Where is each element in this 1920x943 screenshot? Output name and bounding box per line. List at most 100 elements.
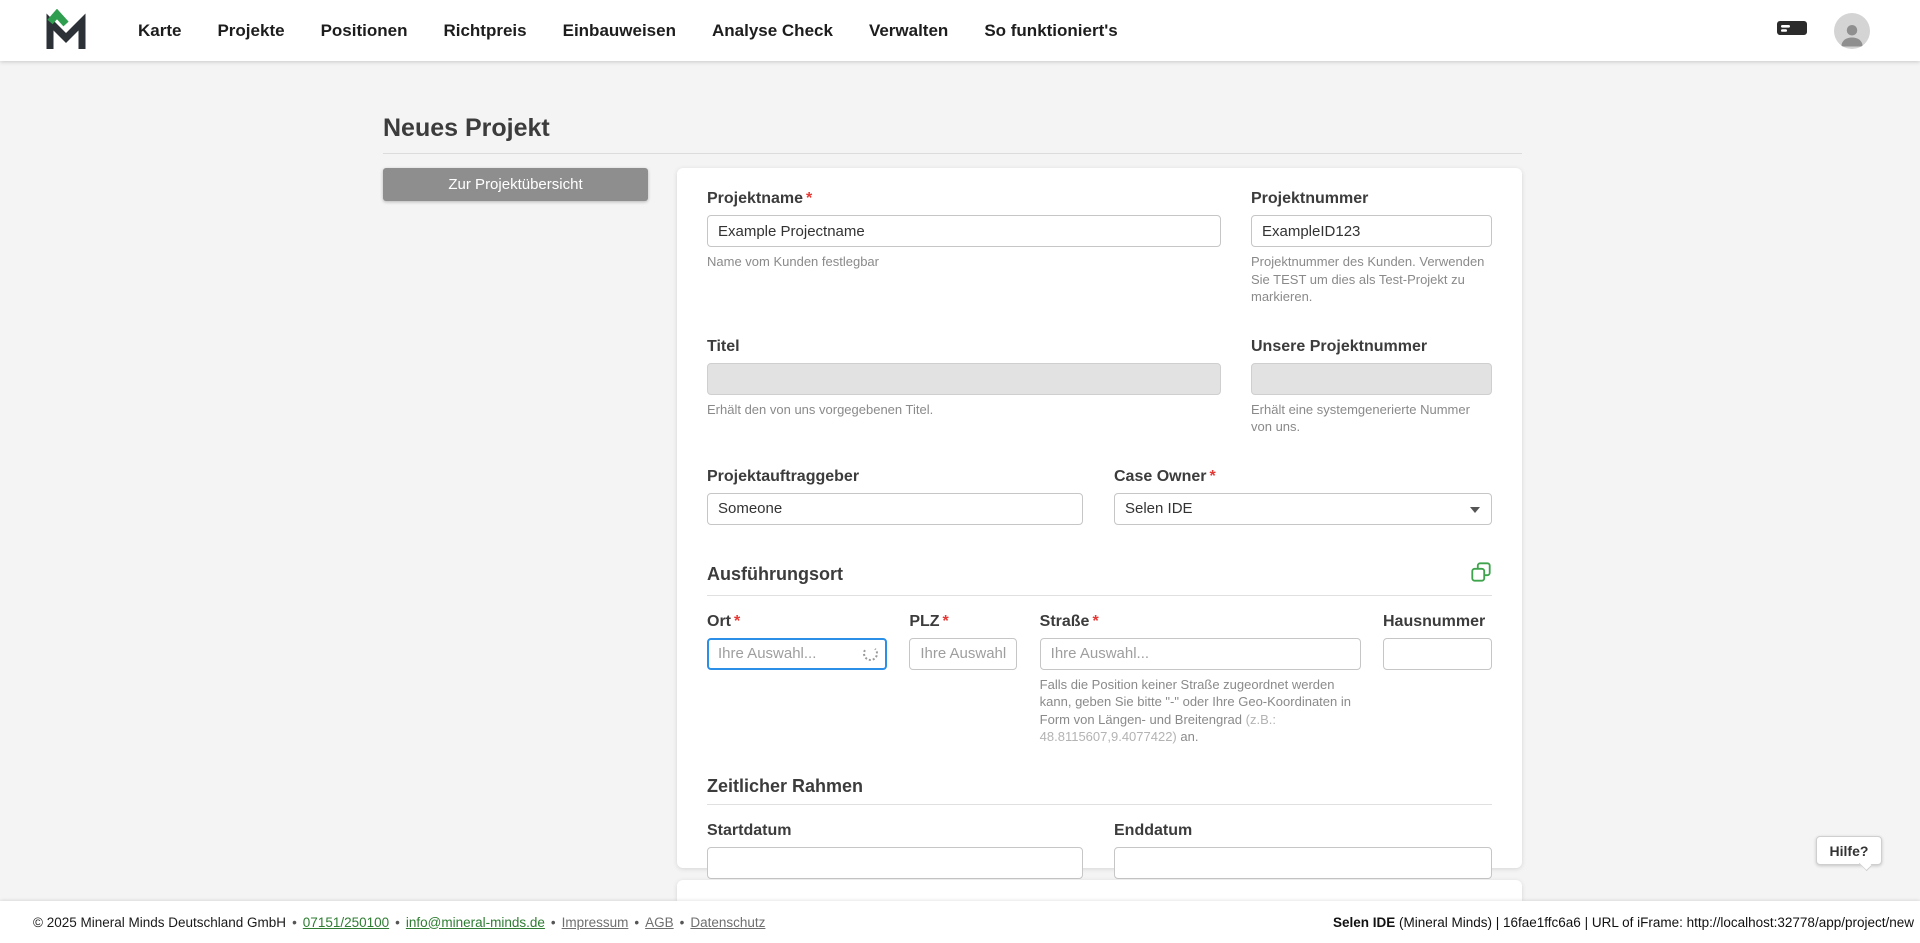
field-hausnummer: Hausnummer: [1383, 613, 1492, 746]
form-row-dates: Startdatum Enddatum: [707, 822, 1492, 879]
required-marker: *: [734, 613, 740, 630]
field-strasse: Straße* Falls die Position keiner Straße…: [1040, 613, 1361, 746]
enddatum-label-text: Enddatum: [1114, 822, 1192, 839]
plz-label-text: PLZ: [909, 613, 939, 630]
unsere-projektnummer-label-text: Unsere Projektnummer: [1251, 338, 1427, 355]
plz-label: PLZ*: [909, 613, 1017, 631]
nav-item-so-funktionierts[interactable]: So funktioniert's: [984, 21, 1117, 41]
strasse-input[interactable]: [1040, 638, 1361, 670]
projektauftraggeber-label: Projektauftraggeber: [707, 468, 1083, 486]
section-ausfuehrungsort-title: Ausführungsort: [707, 564, 843, 585]
nav-item-karte[interactable]: Karte: [138, 21, 181, 41]
footer-separator: •: [395, 915, 400, 930]
hausnummer-label-text: Hausnummer: [1383, 613, 1485, 630]
footer-email-link[interactable]: info@mineral-minds.de: [406, 915, 545, 930]
field-projektnummer: Projektnummer Projektnummer des Kunden. …: [1251, 190, 1492, 306]
nav-item-positionen[interactable]: Positionen: [321, 21, 408, 41]
field-startdatum: Startdatum: [707, 822, 1083, 879]
startdatum-input[interactable]: [707, 847, 1083, 879]
project-overview-button[interactable]: Zur Projektübersicht: [383, 168, 648, 201]
nav-item-verwalten[interactable]: Verwalten: [869, 21, 948, 41]
new-project-form-card: Projektname* Name vom Kunden festlegbar …: [677, 168, 1522, 868]
projektname-label: Projektname*: [707, 190, 1221, 208]
section-zeitlicher-rahmen-divider: [707, 804, 1492, 805]
required-marker: *: [806, 190, 812, 207]
footer: © 2025 Mineral Minds Deutschland GmbH • …: [0, 901, 1920, 943]
section-zeitlicher-rahmen-header: Zeitlicher Rahmen: [707, 776, 1492, 797]
field-case-owner: Case Owner* Selen IDE: [1114, 468, 1492, 525]
unsere-projektnummer-helper: Erhält eine systemgenerierte Nummer von …: [1251, 401, 1492, 436]
case-owner-label: Case Owner*: [1114, 468, 1492, 486]
strasse-helper: Falls die Position keiner Straße zugeord…: [1040, 676, 1361, 746]
footer-impressum-link[interactable]: Impressum: [562, 915, 629, 930]
titel-input: [707, 363, 1221, 395]
titel-label-text: Titel: [707, 338, 740, 355]
copy-icon[interactable]: [1470, 561, 1492, 588]
footer-session-info: Selen IDE (Mineral Minds) | 16fae1ffc6a6…: [1333, 915, 1914, 930]
enddatum-input[interactable]: [1114, 847, 1492, 879]
section-zeitlicher-rahmen-title: Zeitlicher Rahmen: [707, 776, 863, 797]
section-ausfuehrungsort-divider: [707, 595, 1492, 596]
case-owner-selected-value: Selen IDE: [1125, 500, 1193, 517]
projektname-input[interactable]: [707, 215, 1221, 247]
titel-label: Titel: [707, 338, 1221, 356]
ort-input[interactable]: [707, 638, 887, 670]
form-row-address: Ort* PLZ* Straße* Falls die Position kei…: [707, 613, 1492, 746]
footer-datenschutz-link[interactable]: Datenschutz: [690, 915, 765, 930]
case-owner-label-text: Case Owner: [1114, 468, 1206, 485]
form-row-auftraggeber-owner: Projektauftraggeber Case Owner* Selen ID…: [707, 468, 1492, 525]
footer-agb-link[interactable]: AGB: [645, 915, 674, 930]
projektnummer-label: Projektnummer: [1251, 190, 1492, 208]
strasse-label: Straße*: [1040, 613, 1361, 631]
required-marker: *: [943, 613, 949, 630]
projektnummer-input[interactable]: [1251, 215, 1492, 247]
projektnummer-label-text: Projektnummer: [1251, 190, 1368, 207]
field-titel: Titel Erhält den von uns vorgegebenen Ti…: [707, 338, 1221, 436]
nav-item-richtpreis[interactable]: Richtpreis: [443, 21, 526, 41]
nav-item-projekte[interactable]: Projekte: [217, 21, 284, 41]
unsere-projektnummer-input: [1251, 363, 1492, 395]
mineral-minds-logo[interactable]: [44, 9, 88, 53]
required-marker: *: [1209, 468, 1215, 485]
main-navigation: Karte Projekte Positionen Richtpreis Ein…: [138, 21, 1118, 41]
field-unsere-projektnummer: Unsere Projektnummer Erhält eine systemg…: [1251, 338, 1492, 436]
strasse-helper-main: Falls die Position keiner Straße zugeord…: [1040, 677, 1351, 727]
field-enddatum: Enddatum: [1114, 822, 1492, 879]
help-button[interactable]: Hilfe?: [1816, 836, 1882, 865]
strasse-label-text: Straße: [1040, 613, 1090, 630]
ort-label: Ort*: [707, 613, 887, 631]
hausnummer-input[interactable]: [1383, 638, 1492, 670]
field-plz: PLZ*: [909, 613, 1017, 746]
ort-label-text: Ort: [707, 613, 731, 630]
enddatum-label: Enddatum: [1114, 822, 1492, 840]
unsere-projektnummer-label: Unsere Projektnummer: [1251, 338, 1492, 356]
projektauftraggeber-input[interactable]: [707, 493, 1083, 525]
footer-separator: •: [634, 915, 639, 930]
footer-separator: •: [292, 915, 297, 930]
strasse-helper-suffix: an.: [1177, 729, 1199, 744]
startdatum-label: Startdatum: [707, 822, 1083, 840]
form-row-name-number: Projektname* Name vom Kunden festlegbar …: [707, 190, 1492, 306]
footer-separator: •: [680, 915, 685, 930]
form-row-titel-unsere-nummer: Titel Erhält den von uns vorgegebenen Ti…: [707, 338, 1492, 436]
footer-copyright: © 2025 Mineral Minds Deutschland GmbH: [33, 915, 286, 930]
title-divider: [383, 153, 1522, 154]
nav-item-einbauweisen[interactable]: Einbauweisen: [563, 21, 676, 41]
field-projektauftraggeber: Projektauftraggeber: [707, 468, 1083, 525]
footer-phone-link[interactable]: 07151/250100: [303, 915, 389, 930]
projektnummer-helper: Projektnummer des Kunden. Verwenden Sie …: [1251, 253, 1492, 306]
case-owner-select[interactable]: Selen IDE: [1114, 493, 1492, 525]
footer-session-rest: (Mineral Minds) | 16fae1ffc6a6 | URL of …: [1395, 915, 1914, 930]
user-avatar-icon[interactable]: [1834, 13, 1870, 49]
field-ort: Ort*: [707, 613, 887, 746]
hausnummer-label: Hausnummer: [1383, 613, 1492, 631]
top-navbar: Karte Projekte Positionen Richtpreis Ein…: [0, 0, 1920, 61]
next-card-sliver: [677, 880, 1522, 901]
footer-session-user: Selen IDE: [1333, 915, 1395, 930]
navbar-right-group: [1776, 13, 1870, 49]
projektname-helper: Name vom Kunden festlegbar: [707, 253, 1221, 271]
titel-helper: Erhält den von uns vorgegebenen Titel.: [707, 401, 1221, 419]
nav-item-analyse-check[interactable]: Analyse Check: [712, 21, 833, 41]
plz-input[interactable]: [909, 638, 1017, 670]
server-icon[interactable]: [1776, 16, 1808, 45]
